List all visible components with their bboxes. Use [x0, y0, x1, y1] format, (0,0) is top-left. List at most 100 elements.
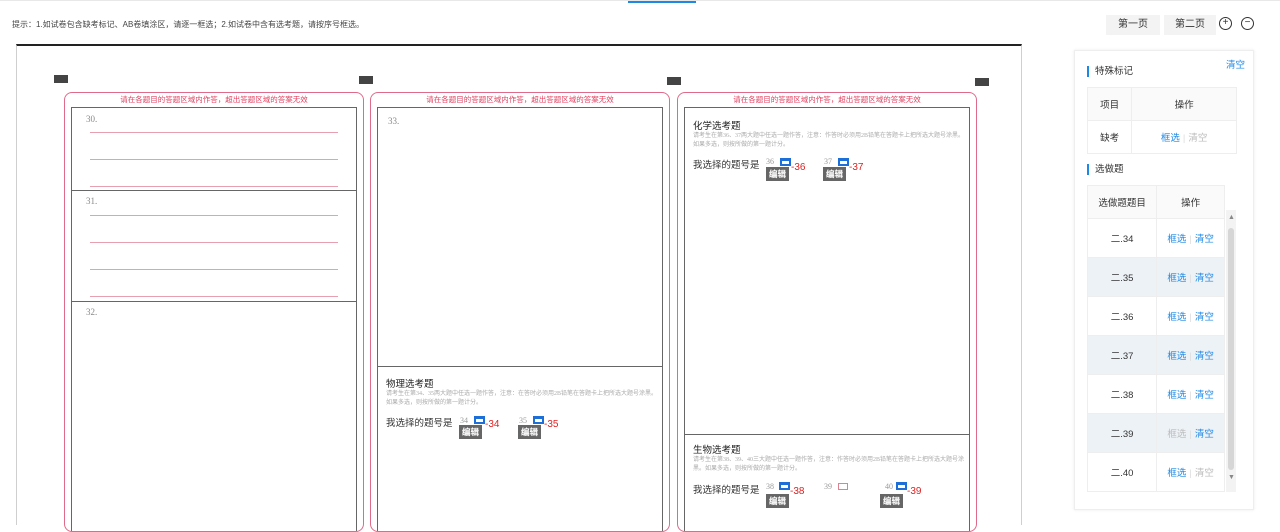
hint-text: 提示：1.如试卷包含缺考标记、AB卷填涂区，请逐一框选；2.如试卷中含有选考题，… [12, 20, 365, 29]
answer-line [90, 186, 338, 187]
selection-label-35: -35 [544, 419, 559, 430]
item-cell: 缺考 [1086, 120, 1133, 154]
option-number: 36 [766, 157, 774, 166]
clear-link[interactable]: 清空 [1195, 234, 1214, 245]
selection-box-34[interactable] [474, 416, 485, 424]
clear-all-link[interactable]: 清空 [1226, 57, 1245, 71]
action-cell: 框选 | 清空 [1156, 413, 1225, 453]
item-cell: 二.39 [1086, 413, 1158, 453]
edit-button-39[interactable]: 编辑 [880, 494, 904, 508]
table-header: 操作 [1156, 185, 1225, 219]
question-divider [72, 190, 356, 191]
select-link[interactable]: 框选 [1167, 234, 1186, 245]
clear-link[interactable]: 清空 [1188, 133, 1207, 144]
table-row: 二.36 框选 | 清空 [1086, 296, 1225, 336]
question-divider [378, 366, 662, 367]
selection-label-36: -36 [791, 162, 806, 173]
action-cell: 框选 | 清空 [1156, 218, 1225, 258]
edit-button-34[interactable]: 编辑 [459, 425, 483, 439]
clear-link[interactable]: 清空 [1195, 312, 1214, 323]
action-cell: 框选 | 清空 [1156, 257, 1225, 297]
active-tab-indicator [628, 1, 696, 3]
clear-link[interactable]: 清空 [1195, 351, 1214, 362]
minus-circle-icon[interactable]: − [1241, 17, 1254, 30]
scrollbar-thumb[interactable] [1228, 228, 1234, 470]
select-link[interactable]: 框选 [1167, 429, 1186, 440]
chemistry-section-desc: 请考生在第36、37两大题中任选一题作答，注意：作答时必须用2B铅笔在答题卡上把… [693, 133, 965, 148]
edit-button-38[interactable]: 编辑 [766, 494, 790, 508]
clear-link[interactable]: 清空 [1195, 273, 1214, 284]
physics-section-title: 物理选考题 [386, 380, 434, 390]
selection-label-37: -37 [849, 162, 864, 173]
table-header: 操作 [1131, 87, 1237, 121]
selection-box-35[interactable] [533, 416, 544, 424]
clear-link[interactable]: 清空 [1195, 390, 1214, 401]
table-row: 二.38 框选 | 清空 [1086, 374, 1225, 414]
top-toolbar: 提示：1.如试卷包含缺考标记、AB卷填涂区，请逐一框选；2.如试卷中含有选考题，… [0, 0, 1280, 42]
second-page-button[interactable]: 第二页 [1164, 15, 1216, 35]
selection-box-39[interactable] [896, 482, 907, 490]
position-marker [359, 76, 373, 84]
position-marker [54, 75, 68, 83]
select-link[interactable]: 框选 [1167, 273, 1186, 284]
selection-box-36[interactable] [780, 158, 791, 166]
column-warning: 请在各题目的答题区域内作答，超出答题区域的答案无效 [120, 95, 308, 104]
item-cell: 二.35 [1086, 257, 1158, 297]
selection-box-37[interactable] [838, 158, 849, 166]
answer-area: 33. 物理选考题 请考生在第34、35两大题中任选一题作答，注意：在答时必须用… [377, 107, 663, 531]
chemistry-section-title: 化学选考题 [693, 122, 741, 132]
item-cell: 二.40 [1086, 452, 1158, 492]
selection-label-34: -34 [485, 419, 500, 430]
option-number: 39 [824, 482, 832, 491]
biology-section-title: 生物选考题 [693, 446, 741, 456]
item-cell: 二.36 [1086, 296, 1158, 336]
action-cell: 框选 | 清空 [1156, 374, 1225, 414]
edit-button-37[interactable]: 编辑 [823, 167, 847, 181]
action-cell: 框选 | 清空 [1131, 120, 1237, 154]
table-row: 二.35 框选 | 清空 [1086, 257, 1225, 297]
item-cell: 二.38 [1086, 374, 1158, 414]
edit-button-36[interactable]: 编辑 [766, 167, 790, 181]
answer-line [90, 132, 338, 133]
option-number: 40 [885, 482, 893, 491]
question-divider [72, 301, 356, 302]
select-link[interactable]: 框选 [1167, 312, 1186, 323]
first-page-button[interactable]: 第一页 [1106, 15, 1160, 35]
select-link[interactable]: 框选 [1167, 390, 1186, 401]
question-number: 33. [388, 116, 400, 126]
item-cell: 二.34 [1086, 218, 1158, 258]
scroll-up-icon[interactable]: ▲ [1228, 214, 1235, 221]
select-link[interactable]: 框选 [1161, 133, 1180, 144]
plus-circle-icon[interactable]: + [1219, 17, 1232, 30]
clear-link[interactable]: 清空 [1195, 468, 1214, 479]
action-cell: 框选 | 清空 [1156, 452, 1225, 492]
table-row: 二.34 框选 | 清空 [1086, 218, 1225, 258]
choose-label: 我选择的题号是 [386, 419, 453, 429]
table-row: 二.40 框选 | 清空 [1086, 452, 1225, 492]
table-row: 二.37 框选 | 清空 [1086, 335, 1225, 375]
answer-column-1: 请在各题目的答题区域内作答，超出答题区域的答案无效 30. 31. 32. [64, 92, 364, 532]
select-link[interactable]: 框选 [1167, 468, 1186, 479]
item-cell: 二.37 [1086, 335, 1158, 375]
clear-link[interactable]: 清空 [1195, 429, 1214, 440]
physics-section-desc: 请考生在第34、35两大题中任选一题作答，注意：在答时必须用2B铅笔在答题卡上把… [386, 391, 658, 406]
option-number: 37 [824, 157, 832, 166]
choose-label: 我选择的题号是 [693, 161, 760, 171]
option-number: 38 [766, 482, 774, 491]
answer-line [90, 215, 338, 216]
option-number: 35 [519, 416, 527, 425]
position-marker [975, 78, 989, 86]
choose-label: 我选择的题号是 [693, 486, 760, 496]
column-warning: 请在各题目的答题区域内作答，超出答题区域的答案无效 [426, 95, 614, 104]
select-link[interactable]: 框选 [1167, 351, 1186, 362]
edit-button-35[interactable]: 编辑 [518, 425, 542, 439]
special-mark-table: 项目 操作 缺考 框选 | 清空 [1086, 87, 1237, 154]
table-header: 项目 [1086, 87, 1133, 121]
answer-line [90, 269, 338, 270]
elective-title: 选做题 [1087, 164, 1124, 175]
answer-line [90, 242, 338, 243]
selection-box-38[interactable] [779, 482, 790, 490]
question-number: 32. [86, 307, 98, 317]
answer-area: 30. 31. 32. [71, 107, 357, 531]
scroll-down-icon[interactable]: ▼ [1228, 474, 1235, 481]
